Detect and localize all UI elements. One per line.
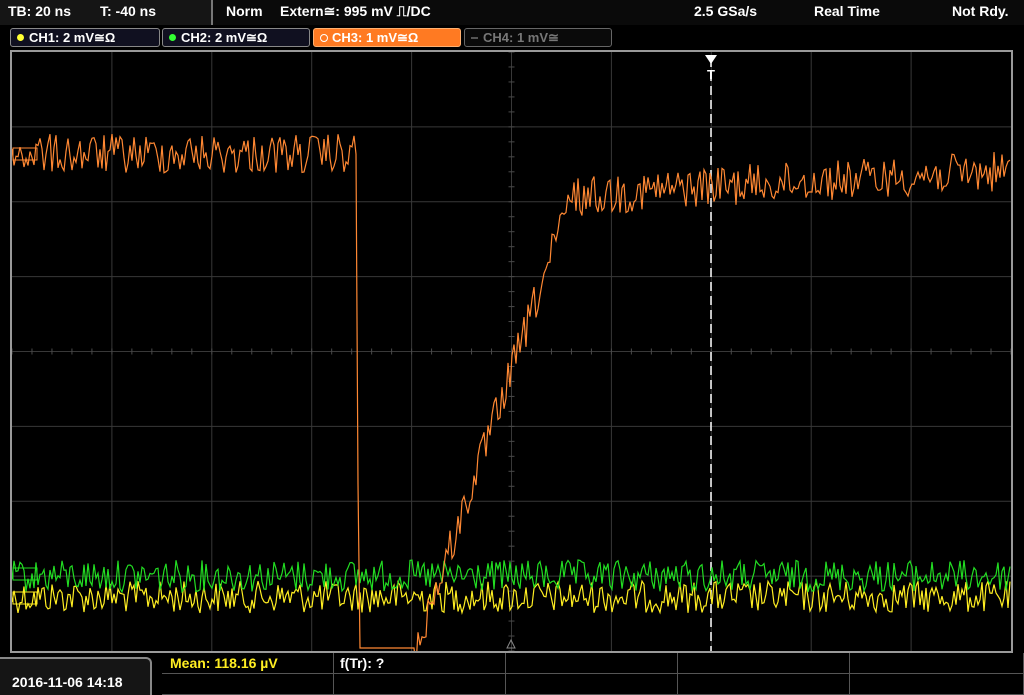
acq-mode-label: Real Time bbox=[814, 3, 880, 19]
status-bar: TB: 20 ns T: -40 ns Norm Extern≅: 995 mV… bbox=[0, 0, 1024, 25]
timebase-panel[interactable]: TB: 20 ns T: -40 ns bbox=[0, 0, 213, 25]
channel-3-button[interactable]: CH3: 1 mV≅Ω bbox=[313, 28, 461, 47]
trigger-time-label: T: -40 ns bbox=[100, 3, 157, 19]
graticule bbox=[12, 52, 1011, 651]
channel-2-button[interactable]: CH2: 2 mV≅Ω bbox=[162, 28, 310, 47]
meas-cell bbox=[678, 653, 850, 674]
trigger-source-label: Extern≅: 995 mV ⎍/DC bbox=[280, 3, 431, 19]
channel-2-label: CH2: 2 mV≅Ω bbox=[181, 30, 268, 45]
meas-cell bbox=[506, 674, 678, 695]
channel-3-label: CH3: 1 mV≅Ω bbox=[332, 30, 419, 45]
meas-cell bbox=[162, 674, 334, 695]
timebase-label: TB: 20 ns bbox=[8, 3, 72, 19]
ch4-dash-icon bbox=[471, 37, 478, 39]
waveform-plot[interactable]: T bbox=[12, 52, 1011, 651]
trigger-marker: T bbox=[707, 67, 715, 82]
status-label: Not Rdy. bbox=[952, 3, 1009, 19]
meas-cell bbox=[850, 653, 1024, 674]
acquisition-panel[interactable]: Norm Extern≅: 995 mV ⎍/DC 2.5 GSa/s Real… bbox=[216, 0, 1024, 25]
channel-4-label: CH4: 1 mV≅ bbox=[483, 30, 559, 45]
trigger-arrow-icon bbox=[705, 55, 717, 64]
ch2-dot-icon bbox=[169, 34, 176, 41]
ch1-dot-icon bbox=[17, 34, 24, 41]
meas-cell bbox=[334, 674, 506, 695]
channel-bar: CH1: 2 mV≅Ω CH2: 2 mV≅Ω CH3: 1 mV≅Ω CH4:… bbox=[0, 25, 1024, 49]
meas-cell bbox=[850, 674, 1024, 695]
rise-frequency-measurement: f(Tr): ? bbox=[340, 655, 385, 671]
channel-1-button[interactable]: CH1: 2 mV≅Ω bbox=[10, 28, 160, 47]
meas-cell bbox=[506, 653, 678, 674]
datetime-panel: 2016-11-06 14:18 bbox=[0, 657, 152, 695]
sample-rate-label: 2.5 GSa/s bbox=[694, 3, 758, 19]
channel-4-button[interactable]: CH4: 1 mV≅ bbox=[464, 28, 612, 47]
meas-cell bbox=[678, 674, 850, 695]
ch3-ground-marker-icon bbox=[12, 147, 38, 161]
ch3-dot-icon bbox=[320, 34, 328, 42]
measurement-panel[interactable] bbox=[162, 653, 1024, 695]
datetime-label: 2016-11-06 14:18 bbox=[12, 674, 123, 690]
channel-1-label: CH1: 2 mV≅Ω bbox=[29, 30, 116, 45]
mean-measurement: Mean: 118.16 µV bbox=[170, 655, 278, 671]
trigger-mode-label: Norm bbox=[226, 3, 263, 19]
